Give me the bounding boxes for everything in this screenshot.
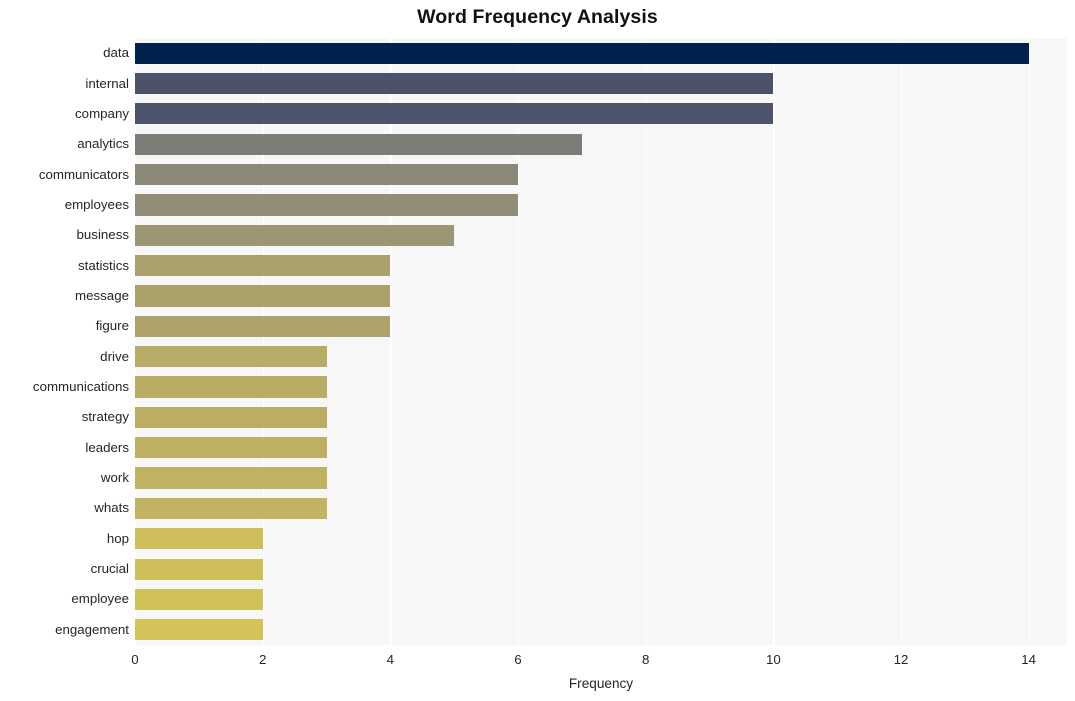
bar-whats[interactable] — [135, 497, 327, 520]
bar-employee[interactable] — [135, 588, 263, 611]
bar-row[interactable] — [135, 437, 1067, 459]
y-tick-label-employees: employees — [64, 196, 129, 212]
x-tick-label-2: 2 — [258, 652, 267, 667]
bar-drive[interactable] — [135, 346, 327, 368]
bar-message[interactable] — [135, 285, 391, 307]
bar-strategy[interactable] — [135, 406, 327, 428]
bar-engagement[interactable] — [135, 619, 263, 641]
y-tick-label-strategy: strategy — [81, 409, 129, 425]
y-tick-label-employee: employee — [71, 591, 129, 607]
bar-row[interactable] — [135, 315, 1067, 337]
y-tick-label-analytics: analytics — [77, 136, 129, 152]
bar-row[interactable] — [135, 194, 1067, 216]
bar-row[interactable] — [135, 42, 1067, 64]
bar-crucial[interactable] — [135, 558, 263, 580]
y-tick-label-leaders: leaders — [85, 439, 129, 455]
y-tick-label-hop: hop — [106, 530, 129, 546]
bar-figure[interactable] — [135, 315, 391, 337]
y-tick-label-crucial: crucial — [90, 561, 129, 577]
x-axis-title: Frequency — [568, 676, 634, 691]
y-tick-label-communicators: communicators — [38, 166, 129, 182]
y-tick-label-engagement: engagement — [55, 621, 129, 637]
bar-business[interactable] — [135, 224, 455, 246]
chart-title: Word Frequency Analysis — [417, 6, 658, 28]
bar-internal[interactable] — [135, 72, 774, 95]
bar-communicators[interactable] — [135, 163, 518, 186]
bar-data[interactable] — [135, 42, 1029, 64]
x-tick-label-10: 10 — [765, 652, 781, 667]
y-tick-label-whats: whats — [94, 500, 129, 516]
bar-row[interactable] — [135, 528, 1067, 550]
bar-company[interactable] — [135, 103, 774, 125]
bar-row[interactable] — [135, 588, 1067, 611]
y-tick-label-internal: internal — [85, 75, 129, 91]
bar-row[interactable] — [135, 285, 1067, 307]
bars-layer — [135, 38, 1067, 645]
bar-row[interactable] — [135, 406, 1067, 428]
bar-row[interactable] — [135, 72, 1067, 95]
bar-row[interactable] — [135, 467, 1067, 489]
bar-row[interactable] — [135, 558, 1067, 580]
y-tick-label-drive: drive — [100, 348, 129, 364]
y-tick-label-message: message — [75, 287, 129, 303]
word-frequency-chart: Word Frequency Analysis data internal comp… — [0, 0, 1075, 701]
bar-row[interactable] — [135, 255, 1067, 277]
y-tick-label-work: work — [100, 470, 129, 486]
x-tick-label-4: 4 — [386, 652, 395, 667]
x-axis-ticks: 0 2 4 6 8 10 12 14 — [131, 645, 1067, 675]
y-tick-label-communications: communications — [32, 379, 129, 395]
bar-row[interactable] — [135, 497, 1067, 520]
x-tick-label-14: 14 — [1021, 652, 1037, 667]
bar-statistics[interactable] — [135, 255, 391, 277]
bar-analytics[interactable] — [135, 133, 582, 155]
x-tick-label-6: 6 — [514, 652, 522, 667]
x-tick-label-8: 8 — [641, 652, 650, 667]
bar-row[interactable] — [135, 376, 1067, 398]
y-tick-label-business: business — [76, 227, 129, 243]
bar-leaders[interactable] — [135, 437, 327, 459]
bar-communications[interactable] — [135, 376, 327, 398]
bar-row[interactable] — [135, 346, 1067, 368]
y-tick-label-company: company — [75, 105, 129, 121]
bar-work[interactable] — [135, 467, 327, 489]
y-tick-label-data: data — [103, 45, 129, 61]
bar-row[interactable] — [135, 224, 1067, 246]
y-axis-labels: data internal company analytics communicator… — [0, 38, 129, 645]
y-tick-label-figure: figure — [95, 318, 129, 334]
bar-row[interactable] — [135, 163, 1067, 186]
x-tick-label-0: 0 — [131, 652, 139, 667]
bar-row[interactable] — [135, 133, 1067, 155]
x-tick-label-12: 12 — [893, 652, 909, 667]
bar-hop[interactable] — [135, 528, 263, 550]
plot-area — [135, 38, 1067, 645]
bar-row[interactable] — [135, 103, 1067, 125]
bar-row[interactable] — [135, 619, 1067, 641]
bar-employees[interactable] — [135, 194, 518, 216]
y-tick-label-statistics: statistics — [78, 257, 129, 273]
